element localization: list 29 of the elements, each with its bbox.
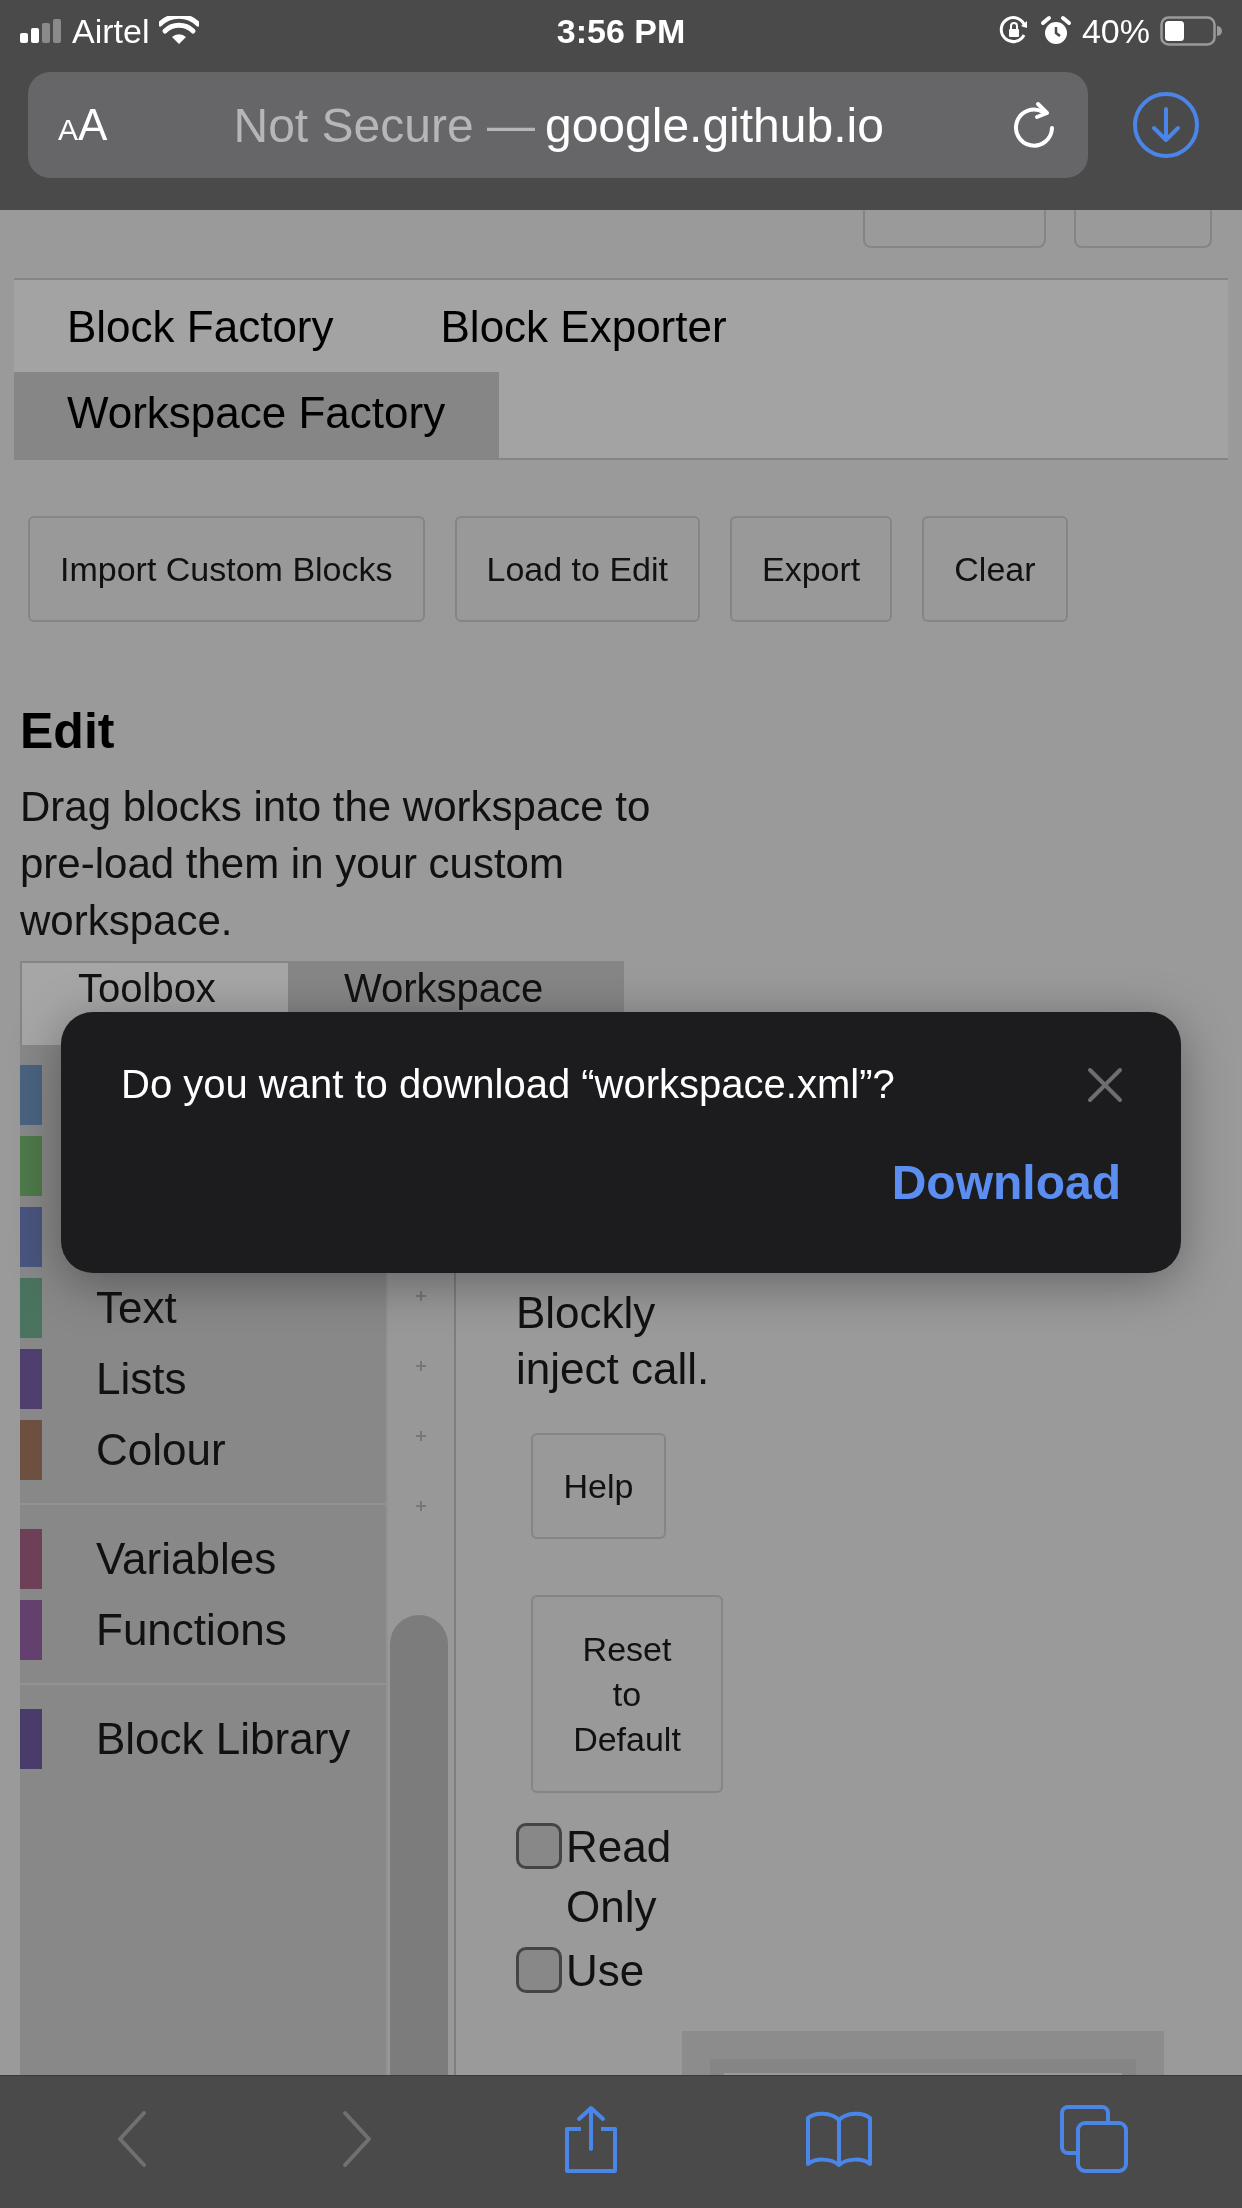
clock-time: 3:56 PM [556,11,686,51]
download-button[interactable]: Download [891,1155,1121,1210]
text-size-button[interactable]: AA [58,100,108,150]
tab[interactable]: Block Exporter [387,286,781,372]
category-item[interactable]: Variables [96,1533,277,1584]
address-bar[interactable]: AA Not Secure — google.github.io [28,72,1088,178]
action-button[interactable]: Clear [922,516,1068,622]
domain-text: google.github.io [544,97,884,153]
tab[interactable]: Block Factory [14,286,388,372]
section-heading: Edit [20,706,116,756]
battery-percent: 40% [1081,11,1150,51]
dialog-message: Do you want to download “workspace.xml”? [121,1062,895,1107]
options-description: Blockly inject call. [516,1287,711,1395]
checkbox-label: Use [566,1945,645,1997]
security-label: Not Secure — [233,97,535,153]
category-item[interactable]: Block Library [96,1713,351,1764]
option-button[interactable]: Help [531,1433,666,1539]
carrier-name: Airtel [72,11,150,51]
tab[interactable]: Workspace Factory [14,372,500,458]
checkbox-label: Read Only [566,1821,673,1933]
category-item[interactable]: Lists [96,1353,187,1404]
category-item[interactable]: Functions [96,1604,287,1655]
section-description: Drag blocks into the workspace to pre-load them in your custom workspace. [20,782,652,946]
action-button[interactable]: Import Custom Blocks [28,516,425,622]
category-item[interactable]: Colour [96,1424,226,1475]
action-button[interactable]: Export [730,516,893,622]
category-item[interactable]: Text [96,1282,177,1333]
action-button[interactable]: Load to Edit [454,516,700,622]
option-button[interactable]: Reset to Default [531,1595,723,1793]
